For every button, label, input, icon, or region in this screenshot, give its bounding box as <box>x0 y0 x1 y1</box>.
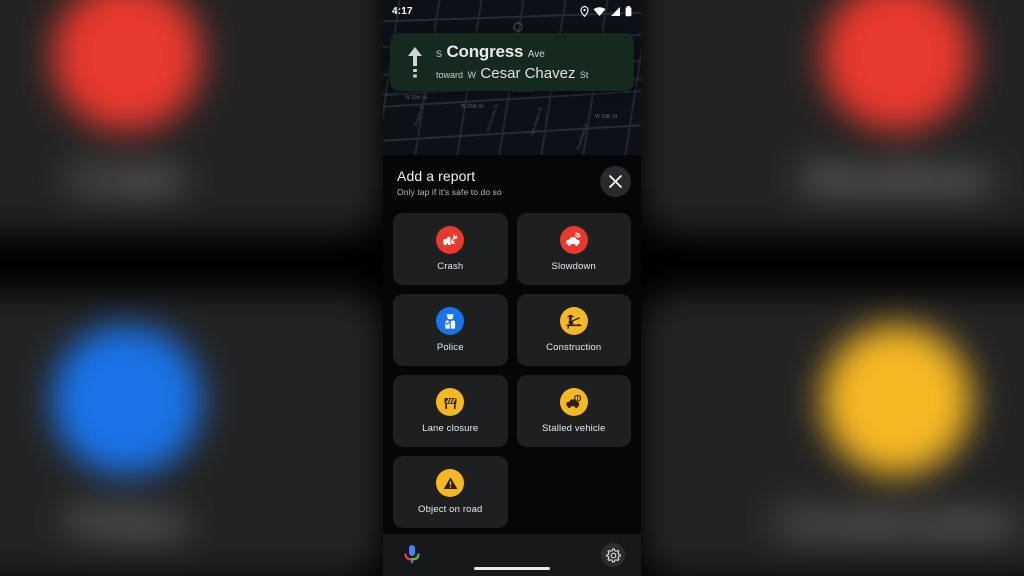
background-tile-police: Police <box>0 292 382 576</box>
navigation-street: S Congress Ave <box>436 42 588 62</box>
report-tile-lane-closure[interactable]: Lane closure <box>393 375 508 447</box>
street-prefix: S <box>436 48 443 59</box>
report-tile-crash[interactable]: Crash <box>393 213 508 285</box>
bottom-bar <box>383 534 641 576</box>
navigation-toward: toward W Cesar Chavez St <box>436 65 588 83</box>
battery-icon <box>625 5 632 16</box>
police-icon <box>436 307 465 335</box>
close-icon <box>609 175 622 188</box>
report-tile-construction[interactable]: Construction <box>516 294 631 366</box>
report-type-grid: Crash Slowdown Police Construction Lane … <box>393 213 631 528</box>
toward-street-suffix: St <box>579 69 589 80</box>
object-on-road-icon <box>436 469 465 497</box>
svg-text:W 16th St: W 16th St <box>405 95 428 101</box>
construction-icon-blurred <box>822 324 972 475</box>
close-button[interactable] <box>600 166 631 197</box>
assistant-mic-icon <box>404 545 420 564</box>
lane-closure-icon <box>436 388 465 416</box>
toward-direction: W <box>467 69 476 80</box>
navigation-text: S Congress Ave toward W Cesar Chavez St <box>432 42 588 83</box>
report-tile-stalled-vehicle[interactable]: Stalled vehicle <box>516 375 631 447</box>
report-tile-label: Stalled vehicle <box>541 423 606 434</box>
background-tile-label: Construction <box>778 500 1016 545</box>
report-tile-label: Construction <box>546 342 602 353</box>
background-tile-crash: Crash <box>0 0 382 234</box>
report-tile-label: Police <box>436 342 464 353</box>
navigation-banner[interactable]: S Congress Ave toward W Cesar Chavez St <box>390 33 634 91</box>
location-pin-icon <box>580 5 589 17</box>
report-tile-label: Object on road <box>418 504 483 515</box>
report-tile-label: Crash <box>437 261 464 272</box>
crash-icon-blurred <box>52 0 202 131</box>
background-tile-label: Police <box>69 500 185 545</box>
sheet-title: Add a report <box>397 168 476 184</box>
background-tile-construction: Construction <box>642 292 1024 576</box>
street-name: Congress <box>446 41 524 61</box>
svg-text:W 15th St: W 15th St <box>461 104 484 110</box>
street-suffix: Ave <box>527 48 545 60</box>
signal-icon <box>611 6 620 16</box>
sheet-subtitle: Only tap if it's safe to do so <box>397 187 502 197</box>
background-tile-label: Slowdown <box>801 156 993 201</box>
screenshot-root: Crash Slowdown Police Construction W 16t… <box>0 0 1024 576</box>
construction-icon <box>559 307 588 335</box>
status-bar: 4:17 <box>383 0 641 22</box>
straight-arrow-icon <box>398 45 432 79</box>
slowdown-icon-blurred <box>822 0 972 131</box>
report-tile-slowdown[interactable]: Slowdown <box>516 213 631 285</box>
wifi-icon <box>593 6 606 16</box>
add-report-sheet: Add a report Only tap if it's safe to do… <box>383 155 641 534</box>
sheet-header: Add a report Only tap if it's safe to do… <box>383 155 641 197</box>
assistant-mic-button[interactable] <box>399 542 425 568</box>
settings-button[interactable] <box>601 543 625 567</box>
stalled-vehicle-icon <box>559 388 588 416</box>
status-time: 4:17 <box>392 5 413 17</box>
police-icon-blurred <box>52 324 202 475</box>
report-tile-label: Lane closure <box>422 423 479 434</box>
background-tile-label: Crash <box>71 156 183 201</box>
home-indicator[interactable] <box>474 567 550 570</box>
toward-prefix: toward <box>436 69 464 80</box>
report-tile-police[interactable]: Police <box>393 294 508 366</box>
gear-icon <box>605 547 621 563</box>
report-tile-label: Slowdown <box>551 261 596 272</box>
toward-street-name: Cesar Chavez <box>480 64 576 82</box>
slowdown-icon <box>559 226 588 254</box>
grid-empty-slot <box>517 456 632 528</box>
background-tile-slowdown: Slowdown <box>642 0 1024 234</box>
crash-icon <box>436 226 465 254</box>
svg-text:W 15th St: W 15th St <box>595 114 618 120</box>
phone-viewport: W 16th St W 16th St W 16th St W 15th St … <box>383 0 641 576</box>
report-tile-object-on-road[interactable]: Object on road <box>393 456 508 528</box>
status-icons <box>580 5 632 17</box>
